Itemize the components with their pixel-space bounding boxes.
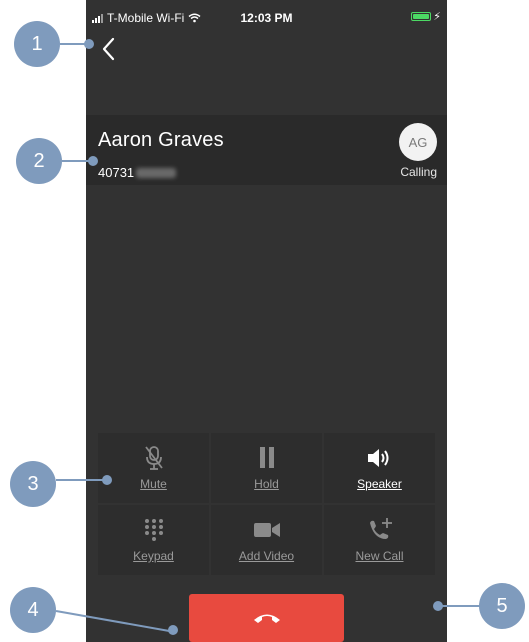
callout-1: 1 — [14, 21, 60, 67]
avatar: AG — [399, 123, 437, 161]
phone-plus-icon — [369, 518, 392, 539]
keypad-button[interactable]: Keypad — [98, 505, 209, 575]
clock: 12:03 PM — [240, 11, 293, 25]
charging-icon: ⚡ — [433, 11, 441, 23]
hang-up-icon — [253, 614, 280, 623]
keypad-icon — [144, 519, 163, 541]
speaker-label: Speaker — [357, 477, 402, 491]
add-video-label: Add Video — [238, 549, 295, 563]
call-status: Calling — [400, 165, 437, 179]
callout-5: 5 — [479, 583, 525, 629]
keypad-label: Keypad — [133, 549, 174, 563]
add-video-button[interactable]: Add Video — [211, 505, 322, 575]
back-button[interactable] — [96, 36, 122, 62]
end-call-button[interactable] — [189, 594, 344, 642]
redacted-digits — [136, 167, 177, 178]
chevron-left-icon — [102, 37, 115, 61]
contact-number-text: 40731 — [98, 165, 135, 180]
video-camera-icon — [253, 523, 280, 537]
microphone-muted-icon — [144, 446, 163, 470]
pause-icon — [259, 447, 274, 468]
mute-label: Mute — [140, 477, 167, 491]
contact-panel: Aaron Graves 40731 AG Calling — [86, 115, 447, 185]
callout-3: 3 — [10, 461, 56, 507]
contact-name: Aaron Graves — [98, 129, 224, 151]
callout-5-dot — [433, 601, 443, 611]
callout-4-dot — [168, 625, 178, 635]
callout-4: 4 — [10, 587, 56, 633]
callout-3-dot — [102, 475, 112, 485]
callout-2-dot — [88, 156, 98, 166]
new-call-label: New Call — [355, 549, 404, 563]
callout-1-dot — [84, 39, 94, 49]
status-bar: T-Mobile Wi-Fi 12:03 PM ⚡ — [86, 0, 447, 34]
phone-screen: T-Mobile Wi-Fi 12:03 PM ⚡ Aaron Graves 4… — [86, 0, 447, 642]
mute-button[interactable]: Mute — [98, 433, 209, 503]
callout-2: 2 — [16, 138, 62, 184]
new-call-button[interactable]: New Call — [324, 505, 435, 575]
callout-3-line — [56, 479, 108, 481]
hold-button[interactable]: Hold — [211, 433, 322, 503]
call-controls: Mute Hold Speaker Keypad Add Video New C… — [98, 433, 435, 575]
battery-icon — [411, 12, 431, 21]
hold-label: Hold — [254, 477, 279, 491]
speaker-button[interactable]: Speaker — [324, 433, 435, 503]
callout-5-line — [440, 605, 480, 607]
contact-number: 40731 — [98, 165, 177, 180]
speaker-icon — [367, 449, 388, 467]
